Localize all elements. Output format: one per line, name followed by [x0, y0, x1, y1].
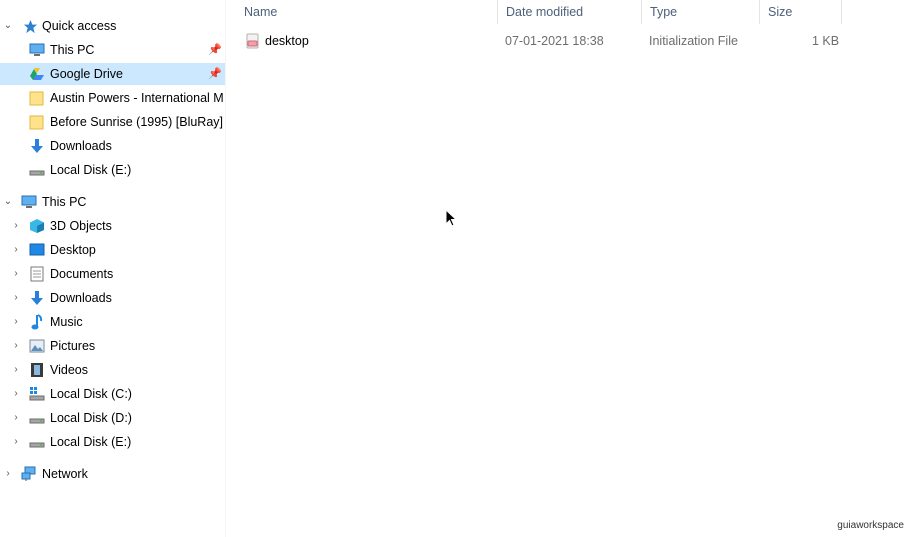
nav-this-pc[interactable]: ⌄ This PC — [0, 191, 225, 213]
cube-icon — [29, 218, 45, 234]
nav-label: Videos — [50, 363, 88, 377]
music-note-icon — [29, 314, 45, 330]
nav-item-folder-austin-powers[interactable]: Austin Powers - International Ma — [0, 87, 225, 109]
file-explorer: ⌄ Quick access This PC 📌 Google Drive 📌 — [0, 0, 910, 537]
chevron-down-icon[interactable]: ⌄ — [3, 197, 13, 207]
nav-item-local-disk-d[interactable]: › Local Disk (D:) — [0, 407, 225, 429]
chevron-right-icon[interactable]: › — [11, 389, 21, 399]
nav-item-local-disk-c[interactable]: › Local Disk (C:) — [0, 383, 225, 405]
chevron-right-icon[interactable]: › — [11, 413, 21, 423]
nav-item-documents[interactable]: › Documents — [0, 263, 225, 285]
nav-label: Local Disk (C:) — [50, 387, 132, 401]
windows-drive-icon — [29, 386, 45, 402]
column-header-size[interactable]: Size — [760, 0, 842, 24]
nav-item-pictures[interactable]: › Pictures — [0, 335, 225, 357]
nav-label: Downloads — [50, 291, 112, 305]
nav-label: Pictures — [50, 339, 96, 353]
picture-icon — [29, 338, 45, 354]
nav-item-3d-objects[interactable]: › 3D Objects — [0, 215, 225, 237]
drive-icon — [29, 434, 45, 450]
chevron-right-icon[interactable]: › — [11, 293, 21, 303]
nav-label: Documents — [50, 267, 114, 281]
nav-item-desktop[interactable]: › Desktop — [0, 239, 225, 261]
column-header-name[interactable]: Name — [236, 0, 498, 24]
nav-label: Quick access — [42, 19, 117, 33]
column-header-date-modified[interactable]: Date modified — [498, 0, 642, 24]
chevron-down-icon[interactable]: ⌄ — [3, 21, 13, 31]
download-arrow-icon — [29, 290, 45, 306]
film-icon — [29, 362, 45, 378]
file-type: Initialization File — [649, 34, 738, 48]
nav-label: This PC — [50, 43, 95, 57]
document-icon — [29, 266, 45, 282]
nav-item-videos[interactable]: › Videos — [0, 359, 225, 381]
nav-label: Local Disk (D:) — [50, 411, 132, 425]
navigation-pane: ⌄ Quick access This PC 📌 Google Drive 📌 — [0, 0, 226, 537]
nav-label: Downloads — [50, 139, 112, 153]
chevron-right-icon[interactable]: › — [3, 469, 13, 479]
chevron-right-icon[interactable]: › — [11, 221, 21, 231]
nav-item-downloads-quick[interactable]: Downloads — [0, 135, 225, 157]
nav-network[interactable]: › Network — [0, 463, 225, 485]
google-drive-icon — [29, 66, 45, 82]
file-row[interactable]: desktop 07-01-2021 18:38 Initialization … — [236, 30, 844, 52]
chevron-right-icon[interactable]: › — [11, 269, 21, 279]
drive-icon — [29, 410, 45, 426]
nav-label: Network — [42, 467, 88, 481]
download-arrow-icon — [29, 138, 45, 154]
drive-icon — [29, 162, 45, 178]
chevron-right-icon[interactable]: › — [11, 245, 21, 255]
pin-icon[interactable]: 📌 — [208, 43, 222, 57]
star-icon — [22, 18, 38, 34]
folder-icon — [29, 90, 45, 106]
nav-item-local-disk-e[interactable]: › Local Disk (E:) — [0, 431, 225, 453]
nav-label: This PC — [42, 195, 87, 209]
ini-file-icon — [245, 33, 261, 49]
column-header-row: ⌃ Name Date modified Type Size — [236, 0, 844, 24]
watermark: guiaworkspace — [837, 520, 904, 531]
file-size: 1 KB — [812, 34, 840, 48]
mouse-cursor-icon — [445, 209, 457, 227]
chevron-right-icon[interactable]: › — [11, 341, 21, 351]
desktop-icon — [29, 242, 45, 258]
nav-label: Before Sunrise (1995) [BluRay] [72 — [50, 115, 224, 129]
monitor-icon — [29, 42, 45, 58]
nav-quick-access[interactable]: ⌄ Quick access — [0, 15, 225, 37]
nav-item-this-pc-quick[interactable]: This PC 📌 — [0, 39, 225, 61]
nav-label: Google Drive — [50, 67, 123, 81]
nav-item-google-drive[interactable]: Google Drive 📌 — [0, 63, 225, 85]
file-name: desktop — [265, 34, 309, 48]
nav-label: Local Disk (E:) — [50, 435, 132, 449]
nav-item-music[interactable]: › Music — [0, 311, 225, 333]
nav-item-folder-before-sunrise[interactable]: Before Sunrise (1995) [BluRay] [72 — [0, 111, 225, 133]
chevron-right-icon[interactable]: › — [11, 365, 21, 375]
network-icon — [21, 466, 37, 482]
nav-label: Local Disk (E:) — [50, 163, 132, 177]
nav-label: Music — [50, 315, 83, 329]
nav-label: Desktop — [50, 243, 96, 257]
nav-label: Austin Powers - International Ma — [50, 91, 224, 105]
monitor-icon — [21, 194, 37, 210]
file-date-modified: 07-01-2021 18:38 — [505, 34, 604, 48]
column-header-type[interactable]: Type — [642, 0, 760, 24]
chevron-right-icon[interactable]: › — [11, 317, 21, 327]
folder-icon — [29, 114, 45, 130]
pin-icon[interactable]: 📌 — [208, 67, 222, 81]
nav-label: 3D Objects — [50, 219, 112, 233]
nav-item-local-disk-e-quick[interactable]: Local Disk (E:) — [0, 159, 225, 181]
nav-item-downloads[interactable]: › Downloads — [0, 287, 225, 309]
chevron-right-icon[interactable]: › — [11, 437, 21, 447]
